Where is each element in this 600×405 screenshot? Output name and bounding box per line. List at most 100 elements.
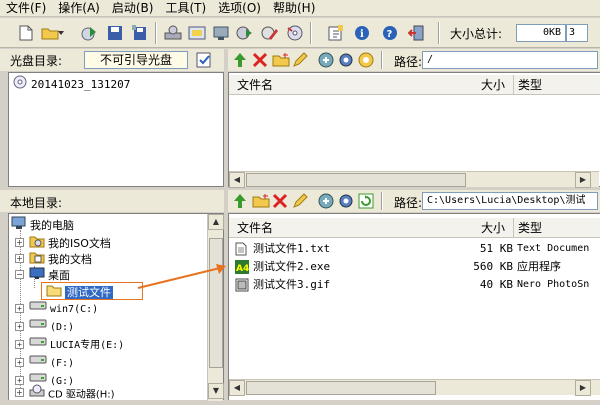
tree-node-my-computer[interactable]: 我的电脑	[11, 216, 223, 234]
local-tree-vscroll-thumb[interactable]	[209, 238, 223, 368]
col-type[interactable]: 类型	[513, 75, 542, 95]
menu-file[interactable]: 文件(F)	[0, 0, 52, 17]
compress-icon[interactable]	[187, 23, 207, 43]
file-name: 测试文件3.gif	[253, 278, 331, 291]
expand-icon[interactable]: +	[15, 322, 24, 331]
convert-icon[interactable]	[235, 23, 255, 43]
tree-node-drive-c[interactable]: + win7(C:)	[15, 300, 223, 318]
burn-icon[interactable]	[163, 23, 183, 43]
scroll-right-icon[interactable]: ▶	[575, 172, 591, 188]
expand-icon[interactable]: +	[15, 254, 24, 263]
cd-hscroll-thumb[interactable]	[246, 173, 466, 187]
local-new-folder-icon[interactable]	[252, 193, 270, 212]
file-row[interactable]: 测试文件3.gif 40 KB Nero PhotoSn	[229, 276, 600, 294]
tree-node-drive-h[interactable]: + CD 驱动器(H:)	[15, 384, 223, 405]
annotation-arrow	[137, 264, 226, 289]
menu-tools[interactable]: 工具(T)	[159, 0, 212, 17]
load-disc-icon[interactable]	[79, 23, 99, 43]
image-file-icon	[235, 278, 249, 298]
disc-image-icon[interactable]	[285, 23, 305, 43]
expand-icon[interactable]: +	[15, 340, 24, 349]
hard-drive-icon	[29, 354, 47, 372]
col-size[interactable]: 大小	[481, 218, 505, 238]
mount-icon[interactable]	[211, 23, 231, 43]
cd-tree-pane[interactable]: 20141023_131207	[8, 72, 224, 187]
col-name[interactable]: 文件名	[237, 218, 273, 238]
scroll-left-icon[interactable]: ◀	[229, 172, 245, 188]
refresh-icon[interactable]	[358, 193, 374, 212]
settings-gear-icon[interactable]	[338, 52, 354, 71]
expand-icon[interactable]: +	[15, 238, 24, 247]
col-type[interactable]: 类型	[513, 218, 542, 238]
up-arrow-icon[interactable]	[232, 52, 248, 71]
cd-path-label: 路径:	[394, 55, 423, 69]
menu-help[interactable]: 帮助(H)	[267, 0, 321, 17]
tree-node-drive-d[interactable]: + (D:)	[15, 318, 223, 336]
scroll-right-icon[interactable]: ▶	[575, 380, 591, 396]
rename-icon[interactable]	[292, 52, 308, 71]
tree-node-drive-f[interactable]: + (F:)	[15, 354, 223, 372]
cd-path-field[interactable]: /	[422, 51, 598, 69]
cd-hscrollbar[interactable]: ◀ ▶	[229, 171, 599, 188]
info-icon[interactable]: i	[352, 23, 372, 43]
exit-icon[interactable]	[406, 23, 426, 43]
cd-file-columns: 文件名 大小 类型	[229, 75, 600, 95]
local-rename-icon[interactable]	[292, 193, 308, 212]
scroll-up-icon[interactable]: ▲	[208, 214, 224, 230]
local-hscroll-thumb[interactable]	[246, 381, 436, 395]
save-as-icon[interactable]	[130, 23, 150, 43]
help-icon[interactable]: ?	[380, 23, 400, 43]
dropdown-arrow-icon[interactable]	[56, 23, 66, 43]
boot-settings-icon[interactable]	[196, 52, 212, 68]
expand-icon[interactable]: +	[15, 376, 24, 385]
tree-node-drive-e[interactable]: + LUCIA专用(E:)	[15, 336, 223, 354]
expand-icon[interactable]: +	[15, 388, 24, 397]
col-size[interactable]: 大小	[481, 75, 505, 95]
collapse-icon[interactable]: −	[15, 270, 24, 279]
add-files-icon[interactable]	[318, 52, 334, 71]
file-row[interactable]: 测试文件1.txt 51 KB Text Documen	[229, 240, 600, 258]
tree-node-cd-root[interactable]: 20141023_131207	[13, 75, 223, 93]
scroll-left-icon[interactable]: ◀	[229, 380, 245, 396]
menu-options[interactable]: 选项(O)	[212, 0, 267, 17]
computer-icon	[11, 216, 27, 236]
col-name[interactable]: 文件名	[237, 75, 273, 95]
scroll-down-icon[interactable]: ▼	[208, 383, 224, 399]
cd-tree-header: 光盘目录: 不可引导光盘	[0, 49, 224, 71]
total-size-label: 大小总计:	[450, 27, 503, 41]
local-path-field[interactable]: C:\Users\Lucia\Desktop\测试	[422, 192, 598, 210]
expand-icon[interactable]: +	[15, 304, 24, 313]
cd-disc-icon	[13, 75, 27, 95]
expand-icon[interactable]: +	[15, 358, 24, 367]
local-add-icon[interactable]	[318, 193, 334, 212]
save-icon[interactable]	[105, 23, 125, 43]
tree-label: (F:)	[50, 358, 75, 369]
edit-icon[interactable]	[259, 23, 279, 43]
file-row[interactable]: A4 测试文件2.exe 560 KB 应用程序	[229, 258, 600, 276]
local-up-icon[interactable]	[232, 193, 248, 212]
local-files-toolbar: 路径: C:\Users\Lucia\Desktop\测试	[228, 190, 600, 212]
new-folder-icon[interactable]	[272, 52, 290, 71]
extract-icon[interactable]	[358, 52, 374, 71]
delete-icon[interactable]	[252, 52, 268, 71]
local-delete-icon[interactable]	[272, 193, 288, 212]
local-hscrollbar[interactable]: ◀ ▶	[229, 379, 600, 396]
tree-node-test-folder[interactable]: 测试文件	[41, 282, 143, 300]
local-file-list[interactable]: 文件名 大小 类型 测试文件1.txt 51 KB Text Documen A…	[228, 213, 600, 400]
menu-action[interactable]: 操作(A)	[52, 0, 106, 17]
cd-root-label: 20141023_131207	[31, 78, 131, 91]
total-size-field: 0KB	[516, 24, 566, 42]
local-settings-gear-icon[interactable]	[338, 193, 354, 212]
svg-text:A4: A4	[236, 264, 249, 274]
cd-files-toolbar: 路径: /	[228, 49, 600, 71]
media-size-select[interactable]: 3	[566, 24, 588, 42]
cd-file-list[interactable]: 文件名 大小 类型 ◀ ▶	[228, 72, 600, 188]
cd-drive-icon	[29, 384, 45, 405]
properties-icon[interactable]	[326, 23, 346, 43]
local-tree-vscrollbar[interactable]: ▲ ▼	[207, 214, 224, 401]
svg-text:i: i	[360, 29, 364, 40]
local-file-columns: 文件名 大小 类型	[229, 218, 600, 238]
new-file-icon[interactable]	[16, 23, 36, 43]
menu-boot[interactable]: 启动(B)	[106, 0, 160, 17]
local-tree-pane[interactable]: 我的电脑 + 我的ISO文档 + 我的文档 − 桌面 测试文件 + win7(C…	[8, 213, 224, 405]
